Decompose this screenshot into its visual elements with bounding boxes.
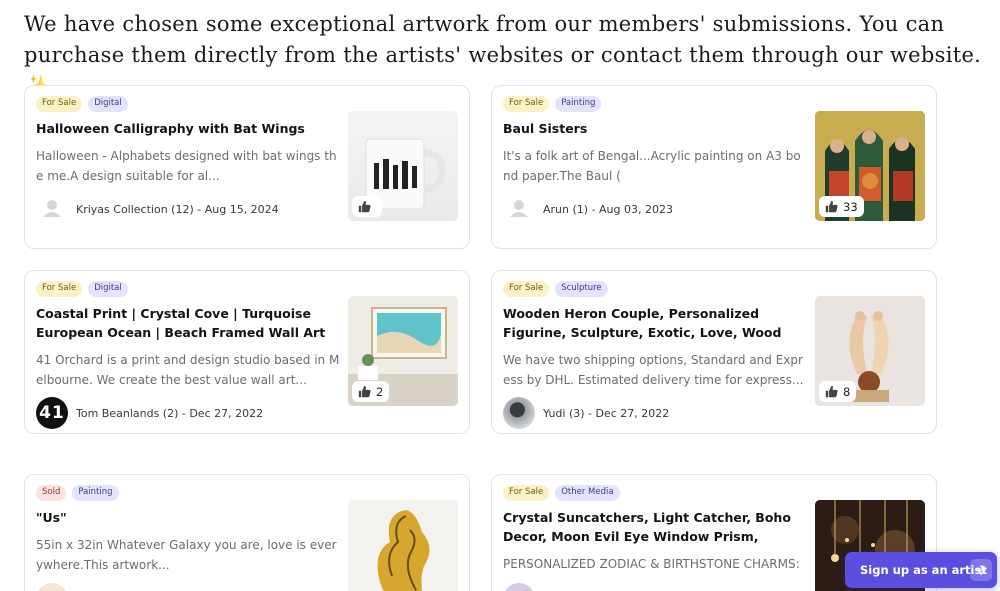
signup-artist-button[interactable]: Sign up as an artist bbox=[845, 552, 997, 588]
category-badge: Other Media bbox=[555, 485, 620, 501]
artwork-description: We have two shipping options, Standard a… bbox=[503, 353, 804, 387]
like-button[interactable]: 8 bbox=[819, 381, 857, 402]
artwork-title[interactable]: "Us" bbox=[36, 508, 336, 527]
artwork-title[interactable]: Coastal Print | Crystal Cove | Turquoise… bbox=[36, 304, 336, 344]
placeholder-avatar bbox=[503, 193, 535, 225]
artwork-thumbnail[interactable]: 2 bbox=[348, 296, 458, 406]
studio-avatar: 41 bbox=[36, 397, 68, 429]
artwork-card[interactable]: For Sale Painting Baul Sisters It's a fo… bbox=[491, 85, 937, 249]
thumbs-up-icon bbox=[358, 385, 371, 398]
author-info[interactable]: Arun (1) - Aug 03, 2023 bbox=[543, 203, 673, 216]
category-badge: Digital bbox=[88, 96, 128, 112]
like-count: 2 bbox=[376, 384, 384, 399]
like-button[interactable]: 33 bbox=[819, 196, 864, 217]
artwork-card[interactable]: For Sale Sculpture Wooden Heron Couple, … bbox=[491, 270, 937, 434]
artwork-title[interactable]: Crystal Suncatchers, Light Catcher, Boho… bbox=[503, 508, 803, 548]
author-info[interactable]: Kriyas Collection (12) - Aug 15, 2024 bbox=[76, 203, 279, 216]
like-button[interactable] bbox=[352, 196, 382, 217]
like-count: 33 bbox=[843, 199, 858, 214]
like-count: 8 bbox=[843, 384, 851, 399]
artwork-card[interactable]: For Sale Digital Halloween Calligraphy w… bbox=[24, 85, 470, 249]
author-info[interactable]: Yudi (3) - Dec 27, 2022 bbox=[543, 407, 669, 420]
artwork-title[interactable]: Wooden Heron Couple, Personalized Figuri… bbox=[503, 304, 803, 344]
artwork-thumbnail[interactable] bbox=[348, 111, 458, 221]
thumbs-up-icon bbox=[825, 385, 838, 398]
placeholder-avatar bbox=[36, 193, 68, 225]
artwork-description: 41 Orchard is a print and design studio … bbox=[36, 353, 340, 387]
user-avatar bbox=[503, 397, 535, 429]
like-button[interactable]: 2 bbox=[352, 381, 390, 402]
user-avatar bbox=[503, 583, 535, 591]
status-badge: For Sale bbox=[503, 96, 550, 112]
status-badge: For Sale bbox=[503, 485, 550, 501]
artwork-thumbnail[interactable]: 33 bbox=[815, 111, 925, 221]
artwork-title[interactable]: Halloween Calligraphy with Bat Wings bbox=[36, 119, 336, 138]
artwork-thumbnail[interactable]: 8 bbox=[815, 296, 925, 406]
signup-label: Sign up as an artist bbox=[860, 563, 987, 577]
status-badge: For Sale bbox=[503, 281, 550, 297]
thumbs-up-icon bbox=[825, 200, 838, 213]
category-badge: Sculpture bbox=[555, 281, 608, 297]
artwork-card[interactable]: For Sale Digital Coastal Print | Crystal… bbox=[24, 270, 470, 434]
status-badge: Sold bbox=[36, 485, 67, 501]
logo-avatar bbox=[36, 583, 68, 591]
artwork-description: PERSONALIZED ZODIAC & BIRTHSTONE CHARMS: bbox=[503, 557, 800, 571]
category-badge: Painting bbox=[72, 485, 119, 501]
arrow-right-icon bbox=[970, 559, 992, 581]
author-info[interactable]: Tom Beanlands (2) - Dec 27, 2022 bbox=[76, 407, 263, 420]
artwork-description: Halloween - Alphabets designed with bat … bbox=[36, 149, 337, 183]
category-badge: Digital bbox=[88, 281, 128, 297]
status-badge: For Sale bbox=[36, 96, 83, 112]
artwork-title[interactable]: Baul Sisters bbox=[503, 119, 803, 138]
status-badge: For Sale bbox=[36, 281, 83, 297]
artwork-thumbnail[interactable] bbox=[348, 500, 458, 591]
artwork-card[interactable]: Sold Painting "Us" 55in x 32in Whatever … bbox=[24, 474, 470, 591]
category-badge: Painting bbox=[555, 96, 602, 112]
thumbs-up-icon bbox=[358, 200, 371, 213]
artwork-description: It's a folk art of Bengal...Acrylic pain… bbox=[503, 149, 801, 183]
artwork-description: 55in x 32in Whatever Galaxy you are, lov… bbox=[36, 538, 337, 572]
